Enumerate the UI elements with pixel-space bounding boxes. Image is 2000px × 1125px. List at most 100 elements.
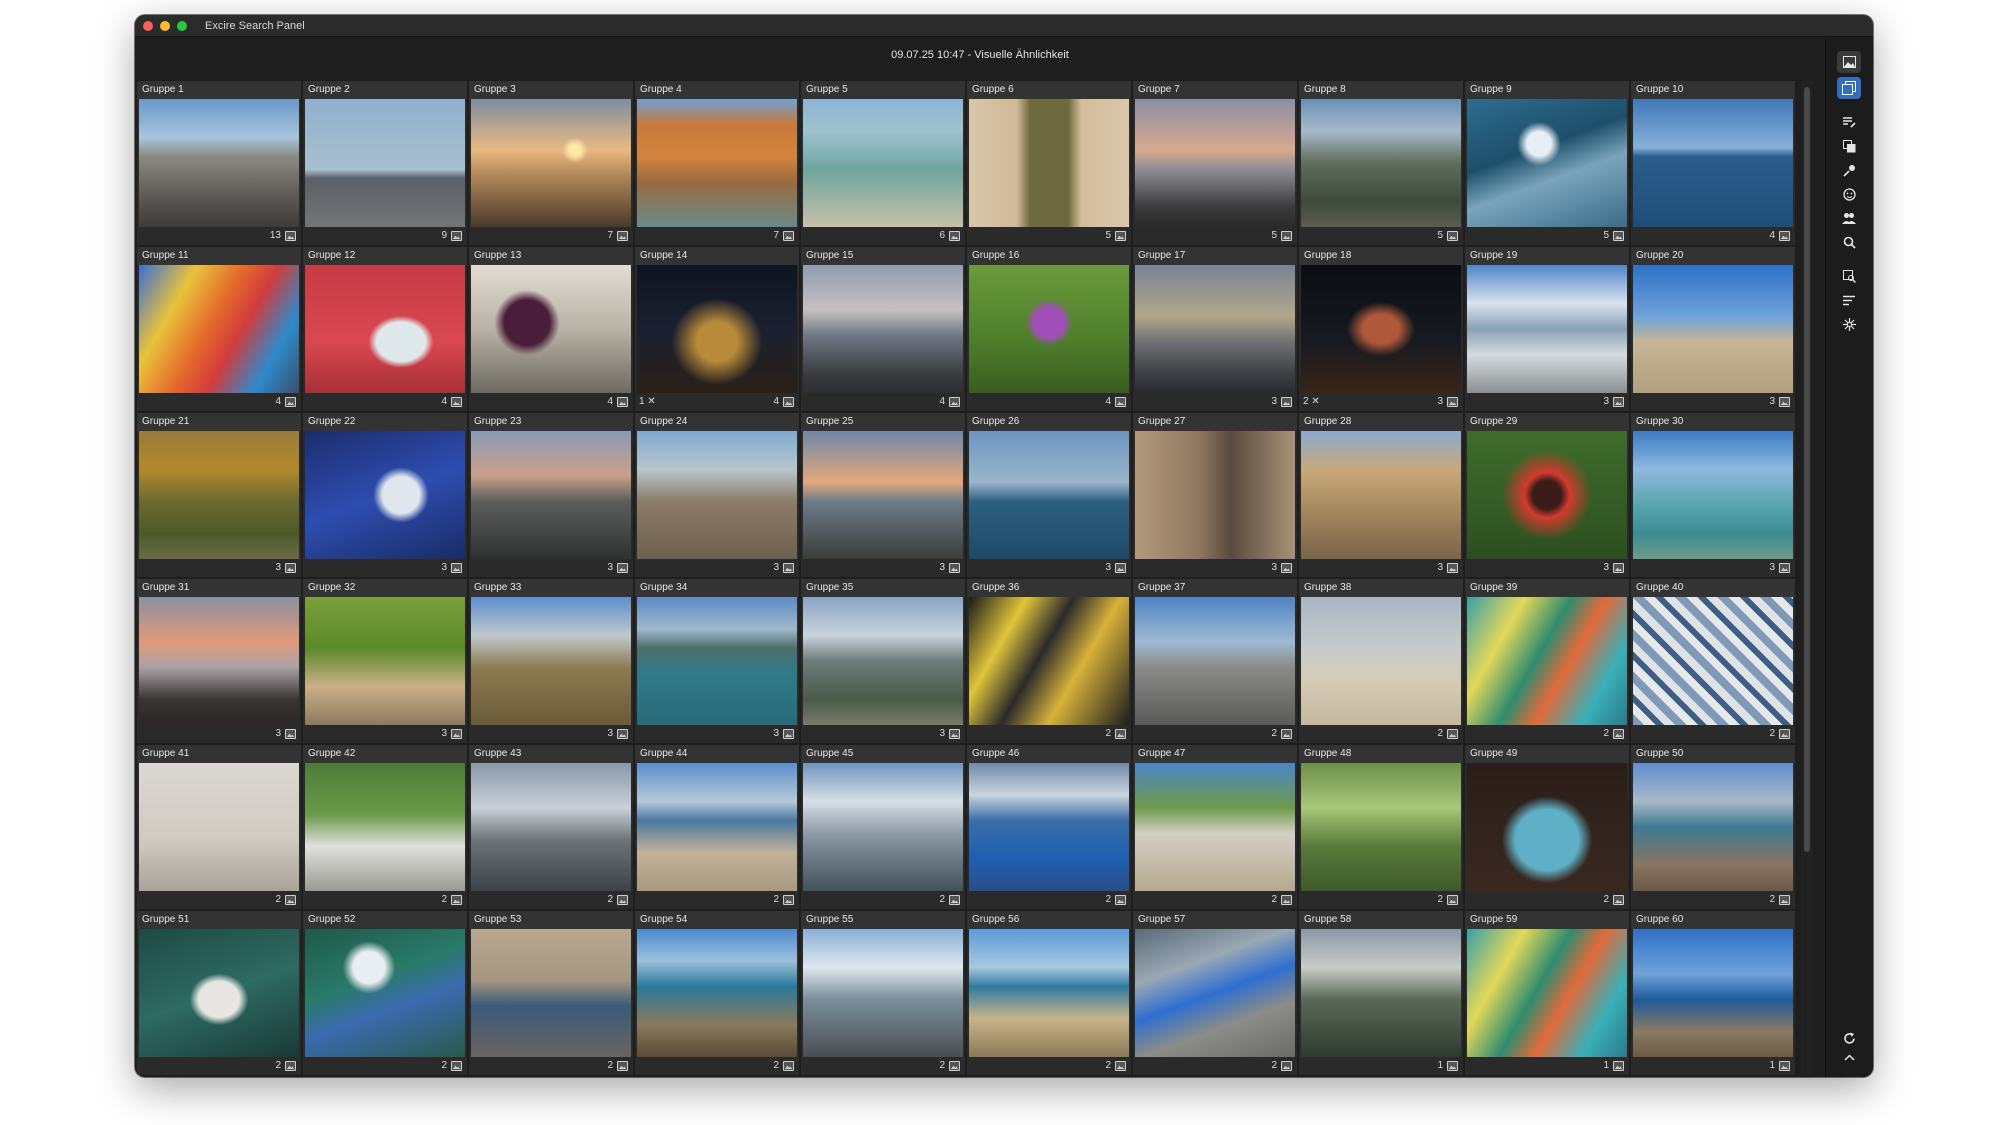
refresh-button[interactable] [1837,1027,1861,1049]
group-thumbnail[interactable] [305,99,465,227]
group-tile[interactable]: Gruppe 40 2 [1631,579,1795,743]
scrollbar-thumb[interactable] [1804,87,1810,852]
group-thumbnail[interactable] [139,929,299,1057]
group-thumbnail[interactable] [803,99,963,227]
vertical-scrollbar[interactable] [1801,81,1813,1075]
group-thumbnail[interactable] [637,99,797,227]
maximize-window-button[interactable] [177,20,187,31]
group-tile[interactable]: Gruppe 33 3 [469,579,633,743]
group-tile[interactable]: Gruppe 23 3 [469,413,633,577]
group-thumbnail[interactable] [1301,929,1461,1057]
group-tile[interactable]: Gruppe 7 5 [1133,81,1297,245]
group-tile[interactable]: Gruppe 10 4 [1631,81,1795,245]
group-thumbnail[interactable] [969,265,1129,393]
group-tile[interactable]: Gruppe 36 2 [967,579,1131,743]
group-thumbnail[interactable] [471,99,631,227]
group-tile[interactable]: Gruppe 3 7 [469,81,633,245]
group-tile[interactable]: Gruppe 30 3 [1631,413,1795,577]
group-thumbnail[interactable] [637,763,797,891]
group-thumbnail[interactable] [305,265,465,393]
group-thumbnail[interactable] [1633,597,1793,725]
search-button[interactable] [1837,231,1861,253]
group-tile[interactable]: Gruppe 27 3 [1133,413,1297,577]
group-tile[interactable]: Gruppe 53 2 [469,911,633,1075]
group-tile[interactable]: Gruppe 16 4 [967,247,1131,411]
group-thumbnail[interactable] [305,597,465,725]
group-tile[interactable]: Gruppe 17 3 [1133,247,1297,411]
group-thumbnail[interactable] [969,929,1129,1057]
group-thumbnail[interactable] [1467,99,1627,227]
group-thumbnail[interactable] [471,929,631,1057]
group-tile[interactable]: Gruppe 1 13 [137,81,301,245]
sort-button[interactable] [1837,289,1861,311]
group-tile[interactable]: Gruppe 24 3 [635,413,799,577]
group-tile[interactable]: Gruppe 31 3 [137,579,301,743]
group-tile[interactable]: Gruppe 55 2 [801,911,965,1075]
group-tile[interactable]: Gruppe 52 2 [303,911,467,1075]
group-tile[interactable]: Gruppe 29 3 [1465,413,1629,577]
group-tile[interactable]: Gruppe 60 1 [1631,911,1795,1075]
group-tile[interactable]: Gruppe 13 4 [469,247,633,411]
group-thumbnail[interactable] [637,265,797,393]
group-thumbnail[interactable] [471,597,631,725]
group-thumbnail[interactable] [1135,431,1295,559]
group-tile[interactable]: Gruppe 56 2 [967,911,1131,1075]
duplicate-search-button[interactable] [1837,265,1861,287]
group-thumbnail[interactable] [1633,265,1793,393]
group-thumbnail[interactable] [1633,929,1793,1057]
group-thumbnail[interactable] [139,431,299,559]
group-tile[interactable]: Gruppe 38 2 [1299,579,1463,743]
group-thumbnail[interactable] [471,431,631,559]
group-tile[interactable]: Gruppe 20 3 [1631,247,1795,411]
group-thumbnail[interactable] [969,431,1129,559]
group-thumbnail[interactable] [305,431,465,559]
group-tile[interactable]: Gruppe 4 7 [635,81,799,245]
group-tile[interactable]: Gruppe 46 2 [967,745,1131,909]
group-thumbnail[interactable] [1467,597,1627,725]
group-thumbnail[interactable] [1633,99,1793,227]
group-thumbnail[interactable] [1301,597,1461,725]
group-tile[interactable]: Gruppe 37 2 [1133,579,1297,743]
group-tile[interactable]: Gruppe 21 3 [137,413,301,577]
magic-button[interactable] [1837,313,1861,335]
group-tile[interactable]: Gruppe 11 4 [137,247,301,411]
group-thumbnail[interactable] [969,597,1129,725]
group-tile[interactable]: Gruppe 9 5 [1465,81,1629,245]
group-thumbnail[interactable] [139,597,299,725]
group-thumbnail[interactable] [1135,99,1295,227]
group-tile[interactable]: Gruppe 6 5 [967,81,1131,245]
group-thumbnail[interactable] [139,265,299,393]
group-thumbnail[interactable] [803,929,963,1057]
group-thumbnail[interactable] [1633,763,1793,891]
group-thumbnail[interactable] [969,763,1129,891]
group-thumbnail[interactable] [803,431,963,559]
group-tile[interactable]: Gruppe 25 3 [801,413,965,577]
group-thumbnail[interactable] [1633,431,1793,559]
group-tile[interactable]: Gruppe 49 2 [1465,745,1629,909]
group-tile[interactable]: Gruppe 35 3 [801,579,965,743]
group-thumbnail[interactable] [1301,763,1461,891]
people-button[interactable] [1837,207,1861,229]
group-tile[interactable]: Gruppe 50 2 [1631,745,1795,909]
group-thumbnail[interactable] [803,597,963,725]
group-tile[interactable]: Gruppe 18 2 ✕ 3 [1299,247,1463,411]
group-tile[interactable]: Gruppe 22 3 [303,413,467,577]
group-thumbnail[interactable] [637,597,797,725]
group-tile[interactable]: Gruppe 19 3 [1465,247,1629,411]
group-tile[interactable]: Gruppe 32 3 [303,579,467,743]
group-thumbnail[interactable] [1301,265,1461,393]
group-tile[interactable]: Gruppe 43 2 [469,745,633,909]
group-thumbnail[interactable] [803,763,963,891]
minimize-window-button[interactable] [160,20,170,31]
group-thumbnail[interactable] [1301,431,1461,559]
group-thumbnail[interactable] [637,929,797,1057]
group-view-button[interactable] [1837,77,1861,99]
group-tile[interactable]: Gruppe 47 2 [1133,745,1297,909]
close-window-button[interactable] [143,20,153,31]
group-tile[interactable]: Gruppe 54 2 [635,911,799,1075]
group-tile[interactable]: Gruppe 8 5 [1299,81,1463,245]
collapse-button[interactable] [1837,1049,1861,1065]
group-tile[interactable]: Gruppe 28 3 [1299,413,1463,577]
group-tile[interactable]: Gruppe 58 1 [1299,911,1463,1075]
group-thumbnail[interactable] [139,763,299,891]
